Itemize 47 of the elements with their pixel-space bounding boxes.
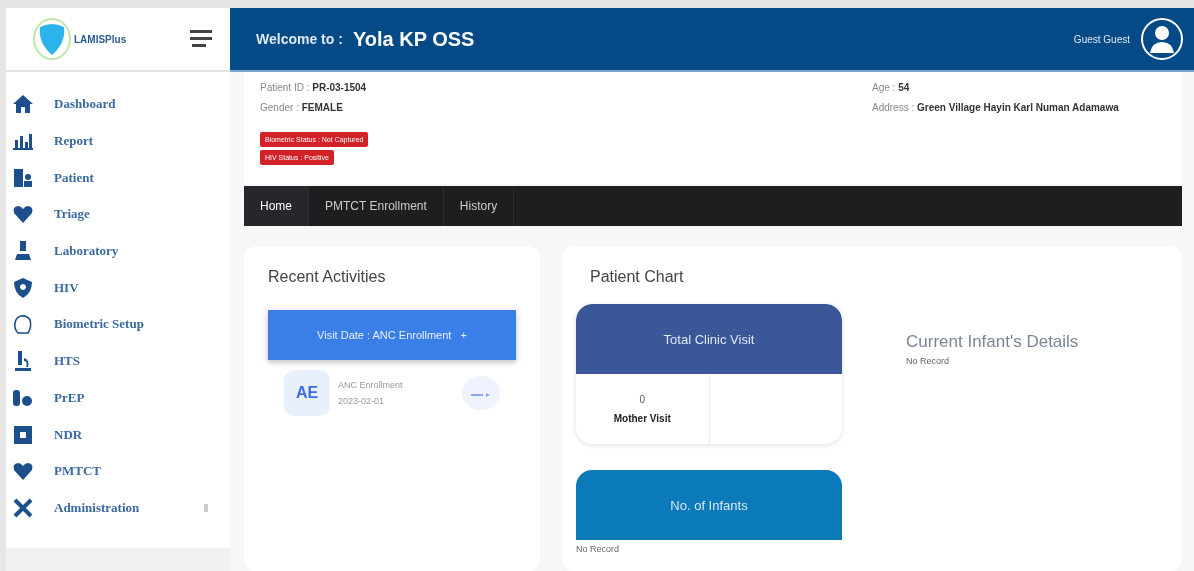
sidebar-item[interactable]: Biometric Setup [6, 306, 230, 343]
sidebar-item[interactable]: PMTCT [6, 452, 230, 490]
sidebar-item[interactable]: Patient [6, 159, 230, 197]
tile-title: No. of Infants [576, 470, 842, 540]
empty-text: No Record [576, 544, 621, 554]
shield-icon [12, 276, 34, 299]
flask-icon [12, 240, 34, 263]
patient-gender: Gender : FEMALE [260, 101, 344, 115]
tab[interactable]: Home [244, 186, 309, 226]
sidebar-item[interactable]: HIV [6, 269, 230, 307]
home-icon [12, 93, 34, 116]
stat-value: 0 [639, 394, 646, 405]
activity-name: ANC Enrollment [338, 380, 403, 390]
initials-avatar: AE [284, 370, 330, 416]
patient-address: Address : Green Village Hayin Karl Numan Adamawa [872, 101, 1120, 115]
menu-icon[interactable] [190, 29, 212, 49]
tab[interactable]: History [443, 186, 515, 226]
sidebar-item[interactable]: Dashboard [6, 86, 230, 123]
sidebar-item[interactable]: Report [6, 122, 230, 160]
tab[interactable]: PMTCT Enrollment [309, 186, 444, 226]
sidebar-item[interactable]: PrEP [6, 379, 230, 417]
sidebar-item[interactable]: Administration [6, 489, 230, 527]
card-title: Patient Chart [590, 268, 685, 286]
logo-text: LAMISPlus [74, 33, 127, 45]
section-title: Current Infant's Details [906, 332, 1079, 352]
avatar-icon[interactable] [1140, 17, 1184, 61]
logo-icon [32, 17, 72, 61]
stat-label: Mother Visit [613, 413, 671, 424]
patient-icon [12, 166, 34, 189]
arrow-icon [471, 391, 491, 398]
facility-name: Yola KP OSS [352, 27, 475, 51]
empty-text: No Record [906, 356, 951, 366]
patient-age: Age : 54 [872, 81, 911, 95]
welcome-text: Welcome to : [256, 31, 343, 47]
tile-title: Total Clinic Visit [576, 304, 842, 374]
sidebar-item[interactable]: HTS [6, 342, 230, 380]
activity-date: 2023-02-01 [338, 396, 386, 406]
tools-icon [12, 496, 34, 519]
sidebar-item[interactable]: Triage [6, 196, 230, 233]
patient-id: Patient ID : PR-03-1504 [260, 81, 368, 95]
hand-icon [12, 313, 34, 336]
sidebar-item[interactable]: Laboratory [6, 232, 230, 270]
visit-button[interactable]: Visit Date : ANC Enrollment + [268, 310, 516, 360]
card-title: Recent Activities [268, 268, 387, 286]
sidebar-item[interactable]: NDR [6, 416, 230, 453]
test-icon [12, 350, 34, 373]
user-name[interactable]: Guest Guest [1073, 33, 1130, 45]
